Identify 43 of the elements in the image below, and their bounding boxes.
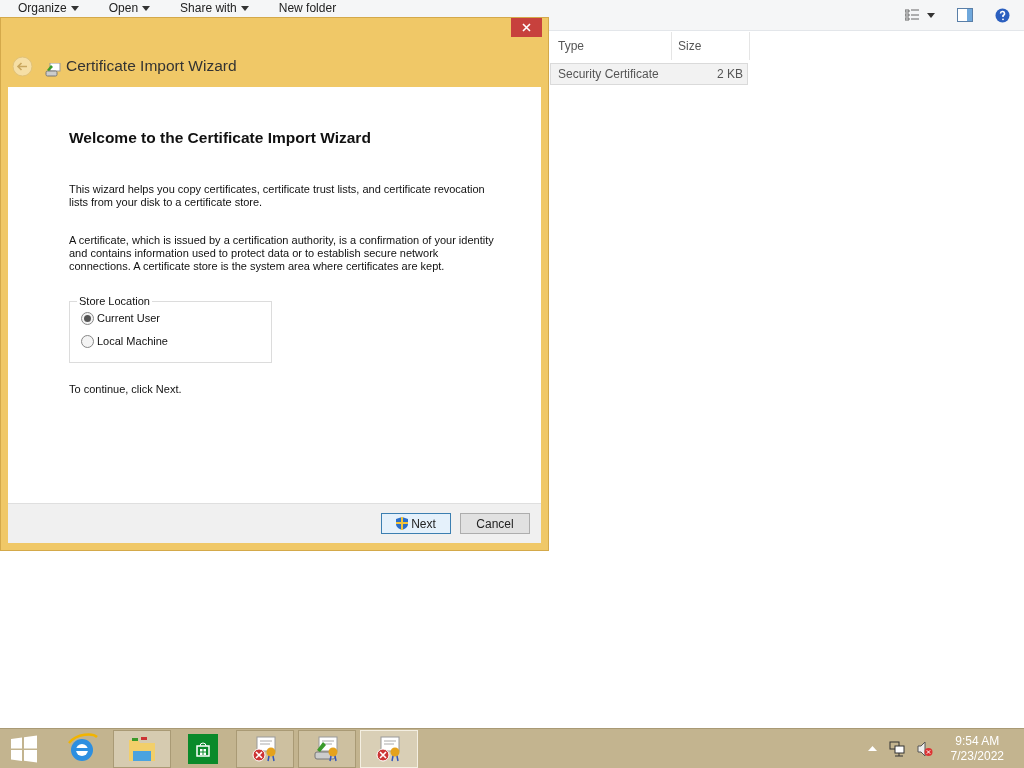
table-cell-text: 2 KB bbox=[716, 66, 744, 83]
toolbar-button[interactable]: New folder bbox=[278, 1, 337, 29]
toolbar-button[interactable]: Organize bbox=[18, 1, 79, 29]
clock-date: 7/23/2022 bbox=[950, 748, 1004, 764]
caret-icon bbox=[70, 5, 79, 11]
network-icon[interactable] bbox=[888, 740, 905, 757]
start-icon[interactable] bbox=[10, 734, 38, 763]
radio-button[interactable] bbox=[81, 335, 94, 348]
radio-button[interactable] bbox=[81, 312, 94, 325]
shield-icon bbox=[396, 517, 409, 530]
store-icon[interactable] bbox=[188, 733, 218, 764]
speaker-muted-icon[interactable] bbox=[916, 740, 933, 757]
next-button[interactable]: Next bbox=[381, 513, 451, 534]
group-label: Store Location bbox=[78, 295, 151, 308]
taskbar-button[interactable] bbox=[298, 729, 356, 768]
help-icon[interactable] bbox=[995, 7, 1010, 23]
table-cell-text: Security Certificate bbox=[557, 66, 660, 83]
caret-icon bbox=[142, 5, 151, 11]
preview-pane-icon[interactable] bbox=[957, 8, 973, 22]
instruction-text: To continue, click Next. bbox=[69, 383, 183, 396]
paragraph: A certificate, which is issued by a certification authority, is a confirmation of your identity and contains information used to protect data or to establish secure network connections. A certificate store is the system area where certificates are kept. bbox=[69, 234, 495, 273]
folder-icon bbox=[127, 734, 157, 763]
certificate-wizard-icon bbox=[45, 63, 61, 77]
window-title: Certificate Import Wizard bbox=[66, 55, 237, 76]
close-icon bbox=[522, 23, 531, 32]
certificate-error-icon bbox=[251, 735, 279, 762]
certificate-install-icon bbox=[313, 735, 341, 762]
radio-option[interactable]: Current User bbox=[81, 312, 263, 325]
column-header[interactable]: Size bbox=[672, 32, 750, 60]
wizard-heading: Welcome to the Certificate Import Wizard bbox=[69, 129, 372, 147]
paragraph: This wizard helps you copy certificates, certificate trust lists, and certificate revocation lists from your disk to a certificate store. bbox=[69, 183, 486, 209]
file-row[interactable]: Security Certificate 2 KB bbox=[550, 63, 748, 85]
cancel-button[interactable]: Cancel bbox=[460, 513, 530, 534]
radio-option[interactable]: Local Machine bbox=[81, 335, 263, 348]
taskbar-button[interactable] bbox=[236, 729, 294, 768]
certificate-error-icon bbox=[375, 735, 403, 762]
view-options-icon[interactable] bbox=[905, 9, 935, 21]
toolbar-button[interactable]: Open bbox=[108, 1, 151, 29]
caret-icon bbox=[240, 5, 249, 11]
clock-time: 9:54 AM bbox=[955, 733, 1000, 749]
close-button[interactable] bbox=[511, 18, 542, 37]
toolbar-button[interactable]: Share with bbox=[180, 1, 249, 29]
column-header[interactable]: Type bbox=[550, 32, 672, 60]
